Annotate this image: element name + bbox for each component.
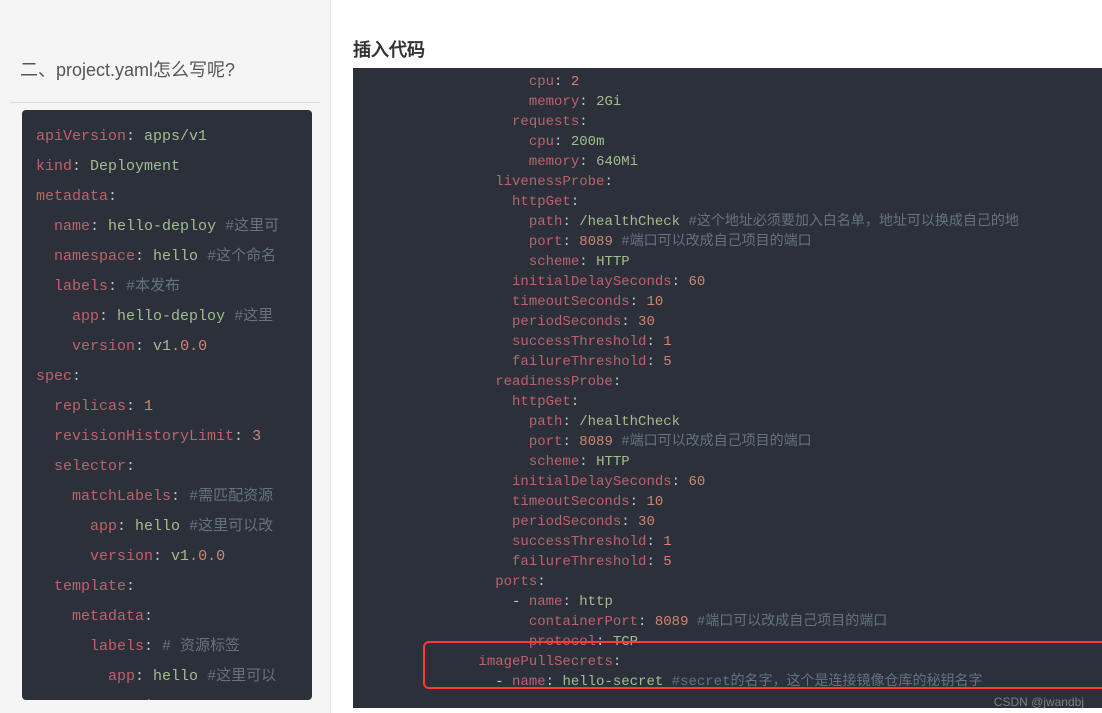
article-main: 插入代码 cpu: 2 memory: 2Gi requests: cpu: 2… — [331, 0, 1102, 713]
left-code-block[interactable]: apiVersion: apps/v1 kind: Deployment met… — [22, 110, 312, 700]
divider — [10, 102, 320, 103]
toc-heading[interactable]: 二、project.yaml怎么写呢? — [20, 56, 235, 82]
watermark: CSDN @jwandbj — [994, 695, 1084, 709]
section-heading: 插入代码 — [353, 36, 425, 62]
right-code-content: cpu: 2 memory: 2Gi requests: cpu: 200m m… — [428, 72, 1102, 692]
right-code-block[interactable]: cpu: 2 memory: 2Gi requests: cpu: 200m m… — [353, 68, 1102, 708]
left-code-content: apiVersion: apps/v1 kind: Deployment met… — [36, 122, 298, 700]
toc-sidebar: 二、project.yaml怎么写呢? apiVersion: apps/v1 … — [0, 0, 331, 713]
